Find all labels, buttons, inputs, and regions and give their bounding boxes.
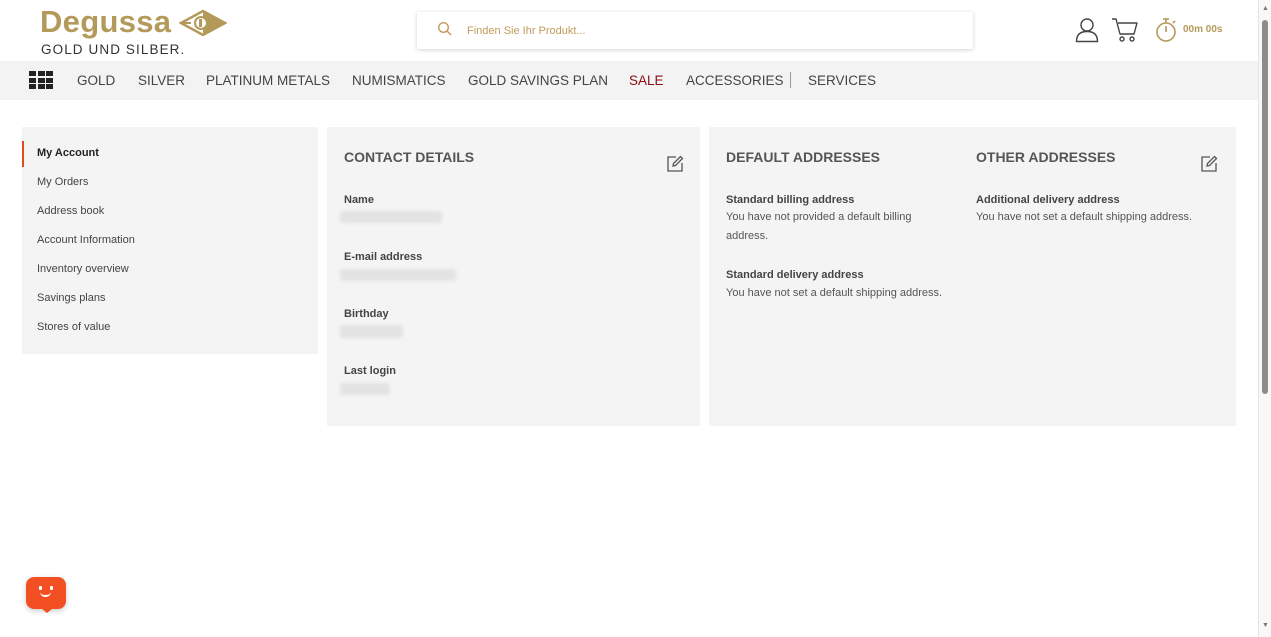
cart-icon[interactable] xyxy=(1111,17,1139,43)
email-label: E-mail address xyxy=(344,251,423,263)
delivery-address-text: You have not set a default shipping addr… xyxy=(726,287,943,299)
search-box[interactable] xyxy=(417,12,973,49)
scroll-thumb[interactable] xyxy=(1262,20,1268,394)
billing-address-text: You have not provided a default billing … xyxy=(726,211,912,242)
contact-details-panel: CONTACT DETAILS Name E-mail address Birt… xyxy=(327,127,700,426)
chat-face-eye xyxy=(50,586,53,590)
sidebar-item-inventory-overview[interactable]: Inventory overview xyxy=(37,263,129,275)
page-scrollbar[interactable]: ▲ ▼ xyxy=(1258,0,1271,637)
sidebar-item-stores-of-value[interactable]: Stores of value xyxy=(37,321,110,333)
logo-wordmark: Degussa xyxy=(40,4,172,39)
chat-face-icon xyxy=(39,586,42,590)
redacted-last-login-value xyxy=(340,383,390,395)
logo-emblem-icon xyxy=(179,9,227,37)
name-label: Name xyxy=(344,194,374,206)
edit-icon[interactable] xyxy=(666,155,684,173)
stopwatch-icon[interactable] xyxy=(1155,17,1177,43)
nav-item-services[interactable]: SERVICES xyxy=(808,73,876,88)
nav-item-accessories[interactable]: ACCESSORIES xyxy=(686,73,784,88)
redacted-email-value xyxy=(340,269,456,281)
nav-item-silver[interactable]: SILVER xyxy=(138,73,185,88)
redacted-name-value xyxy=(340,211,442,223)
last-login-label: Last login xyxy=(344,365,396,377)
additional-address-label: Additional delivery address xyxy=(976,194,1120,206)
billing-address-label: Standard billing address xyxy=(726,194,855,206)
sidebar-item-my-account[interactable]: My Account xyxy=(37,147,99,159)
contact-details-title: CONTACT DETAILS xyxy=(344,149,475,165)
sidebar-item-address-book[interactable]: Address book xyxy=(37,205,104,217)
search-icon xyxy=(437,21,452,36)
additional-address-text: You have not set a default shipping addr… xyxy=(976,211,1193,223)
sidebar-item-savings-plans[interactable]: Savings plans xyxy=(37,292,106,304)
main-nav: GOLD SILVER PLATINUM METALS NUMISMATICS … xyxy=(0,61,1258,100)
addresses-panel: DEFAULT ADDRESSES OTHER ADDRESSES Standa… xyxy=(709,127,1236,426)
active-indicator xyxy=(22,141,24,167)
chat-face-mouth xyxy=(40,592,51,597)
nav-item-gold-savings-plan[interactable]: GOLD SAVINGS PLAN xyxy=(468,73,608,88)
other-addresses-title: OTHER ADDRESSES xyxy=(976,149,1116,165)
default-addresses-title: DEFAULT ADDRESSES xyxy=(726,149,881,165)
degussa-logo[interactable]: Degussa GOLD UND SILBER. xyxy=(40,4,240,58)
sidebar-item-my-orders[interactable]: My Orders xyxy=(37,176,88,188)
timer-readout: 00m 00s xyxy=(1183,24,1223,35)
nav-divider xyxy=(790,72,791,88)
delivery-address-label: Standard delivery address xyxy=(726,269,864,281)
nav-item-numismatics[interactable]: NUMISMATICS xyxy=(352,73,446,88)
nav-item-gold[interactable]: GOLD xyxy=(77,73,115,88)
nav-item-platinum-metals[interactable]: PLATINUM METALS xyxy=(206,73,330,88)
account-sidebar: My Account My Orders Address book Accoun… xyxy=(22,127,318,354)
scroll-up-arrow-icon[interactable]: ▲ xyxy=(1262,5,1269,12)
birthday-label: Birthday xyxy=(344,308,389,320)
scroll-down-arrow-icon[interactable]: ▼ xyxy=(1262,622,1269,629)
chat-widget-button[interactable] xyxy=(26,577,66,613)
user-icon[interactable] xyxy=(1075,17,1099,43)
menu-grid-icon[interactable] xyxy=(29,71,53,89)
edit-addresses-icon[interactable] xyxy=(1200,155,1218,173)
search-input[interactable] xyxy=(467,12,947,49)
site-header: Degussa GOLD UND SILBER. 00m 00s xyxy=(0,0,1258,61)
logo-tagline: GOLD UND SILBER. xyxy=(41,42,186,57)
redacted-birthday-value xyxy=(340,325,403,338)
sidebar-item-account-information[interactable]: Account Information xyxy=(37,234,135,246)
nav-item-sale[interactable]: SALE xyxy=(629,73,664,88)
